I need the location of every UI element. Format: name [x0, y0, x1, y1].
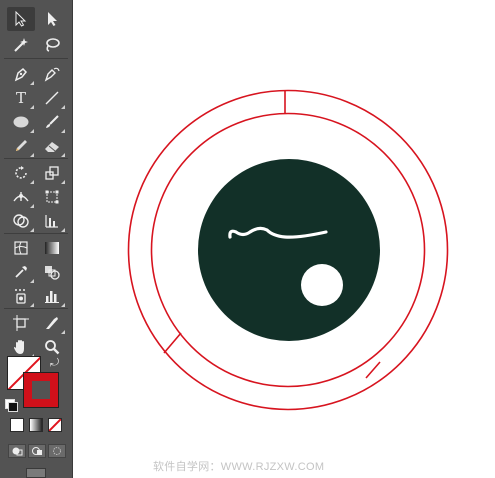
paintbrush-tool[interactable]: [38, 110, 66, 134]
ellipse-tool[interactable]: [7, 110, 35, 134]
shape-builder-icon: [13, 214, 29, 228]
width-tool[interactable]: [7, 185, 35, 209]
swap-fill-stroke-icon[interactable]: ⤾: [50, 357, 59, 370]
gradient-button[interactable]: [29, 418, 43, 432]
artboard-tool[interactable]: [7, 311, 35, 335]
draw-normal-button[interactable]: [8, 444, 26, 458]
blend-icon: [45, 266, 60, 280]
rotate-icon: [15, 166, 27, 179]
scale-tool[interactable]: [38, 161, 66, 185]
blend-tool[interactable]: [38, 260, 66, 284]
column-graph-icon: [45, 215, 58, 228]
eye-circle[interactable]: [301, 264, 343, 306]
free-transform-tool[interactable]: [38, 185, 66, 209]
watermark-text: 软件自学网：WWW.RJZXW.COM: [153, 461, 325, 473]
graph-tool[interactable]: [38, 209, 66, 233]
stroke-swatch[interactable]: [23, 372, 59, 408]
rotate-tool[interactable]: [7, 161, 35, 185]
symbol-sprayer-icon: [15, 289, 26, 304]
arrow-icon: [15, 11, 27, 27]
artboard-canvas[interactable]: 软件自学网：WWW.RJZXW.COM: [73, 0, 495, 478]
line-icon: [45, 91, 59, 105]
hand-icon: [14, 340, 24, 354]
gradient-icon: [45, 242, 59, 254]
pencil-tool[interactable]: [7, 134, 35, 158]
face-circle[interactable]: [198, 159, 380, 341]
eraser-icon: [45, 142, 59, 152]
bar-chart-icon: [45, 291, 59, 303]
symbol-sprayer-tool[interactable]: [7, 284, 35, 308]
mesh-icon: [14, 241, 28, 255]
color-button[interactable]: [10, 418, 24, 432]
draw-behind-button[interactable]: [28, 444, 46, 458]
gradient-tool[interactable]: [38, 236, 66, 260]
ring-divider-right: [365, 361, 381, 379]
none-icon: [49, 419, 61, 431]
curvature-pen-icon: [44, 67, 60, 82]
brush-icon: [46, 115, 59, 128]
curvature-tool[interactable]: [38, 62, 66, 86]
line-segment-tool[interactable]: [38, 86, 66, 110]
white-arrow-icon: [48, 12, 57, 26]
ring-divider-left: [163, 332, 182, 354]
zoom-tool[interactable]: [38, 335, 66, 359]
shape-builder-tool[interactable]: [7, 209, 35, 233]
type-icon: T: [15, 89, 26, 107]
tools-panel: T ⤾: [0, 0, 73, 478]
draw-inside-button[interactable]: [48, 444, 66, 458]
eyedropper-icon: [15, 266, 27, 278]
toolbar-separator: [4, 58, 68, 59]
width-icon: [13, 192, 29, 202]
pen-tool[interactable]: [7, 62, 35, 86]
toolbar-separator: [4, 158, 68, 159]
draw-behind-icon: [32, 447, 42, 455]
slice-tool[interactable]: [38, 311, 66, 335]
selection-tool[interactable]: [7, 7, 35, 31]
direct-selection-tool[interactable]: [38, 7, 66, 31]
artboard-icon: [13, 315, 29, 331]
pencil-icon: [16, 140, 27, 151]
toolbar-separator: [4, 233, 68, 234]
artwork: [127, 89, 449, 411]
pen-icon: [14, 67, 28, 82]
none-button[interactable]: [48, 418, 62, 432]
default-colors-icon[interactable]: [5, 399, 18, 412]
lasso-tool[interactable]: [38, 33, 66, 57]
type-tool[interactable]: T: [7, 86, 35, 110]
lasso-icon: [46, 38, 60, 52]
screen-mode-button[interactable]: [26, 468, 46, 478]
scale-icon: [45, 166, 59, 180]
free-transform-icon: [45, 190, 59, 204]
draw-inside-icon: [53, 447, 61, 455]
eraser-tool[interactable]: [38, 134, 66, 158]
magnifier-icon: [45, 340, 60, 355]
column-graph-tool[interactable]: [38, 284, 66, 308]
magic-wand-tool[interactable]: [7, 33, 35, 57]
draw-normal-icon: [12, 447, 23, 456]
toolbar-separator: [4, 308, 68, 309]
magic-wand-icon: [14, 38, 28, 52]
ellipse-icon: [13, 116, 29, 128]
mesh-tool[interactable]: [7, 236, 35, 260]
eyedropper-tool[interactable]: [7, 260, 35, 284]
knife-icon: [46, 317, 58, 329]
